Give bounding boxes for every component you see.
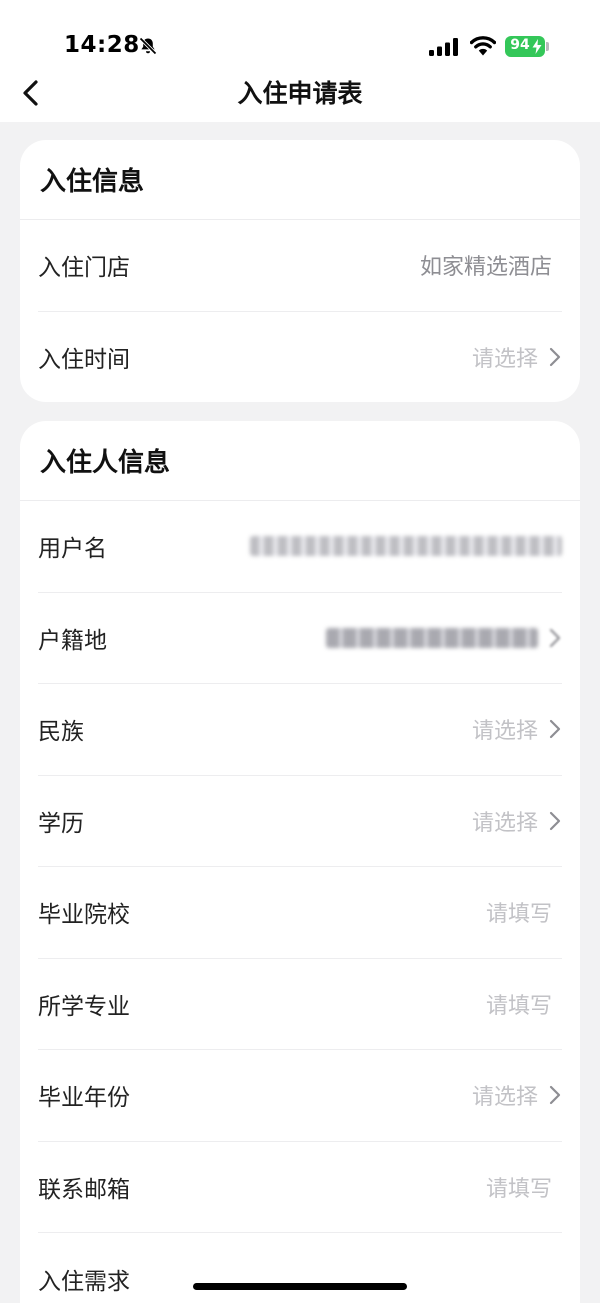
- row-label: 用户名: [38, 536, 107, 563]
- row-label: 入住门店: [38, 255, 130, 282]
- row-label: 户籍地: [38, 627, 107, 654]
- page-title: 入住申请表: [237, 79, 363, 108]
- select-placeholder: 请选择: [471, 347, 538, 373]
- wifi-icon: [470, 36, 496, 56]
- store-value: 如家精选酒店: [419, 255, 552, 281]
- row-label: 联系邮箱: [38, 1176, 130, 1203]
- row-value: 请选择: [472, 805, 562, 837]
- row-value: 请填写: [486, 896, 552, 928]
- input-placeholder: 请填写: [485, 902, 552, 928]
- row-value: 请填写: [486, 1171, 552, 1203]
- lightning-bolt-icon: [532, 39, 542, 54]
- row-label: 民族: [38, 719, 84, 746]
- row-major[interactable]: 所学专业 请填写: [38, 959, 562, 1050]
- battery-level: 94: [510, 37, 530, 53]
- chevron-right-icon: [549, 628, 561, 647]
- input-placeholder: 请填写: [485, 993, 552, 1019]
- home-indicator[interactable]: [193, 1283, 407, 1290]
- bell-slash-icon: [139, 37, 157, 55]
- row-checkin-store[interactable]: 入住门店 如家精选酒店: [38, 220, 562, 312]
- row-graduate-school[interactable]: 毕业院校 请填写: [38, 867, 562, 959]
- checkin-info-card: 入住信息 入住门店 如家精选酒店 入住时间 请选择: [20, 140, 580, 402]
- input-placeholder: 请填写: [485, 1176, 552, 1202]
- chevron-right-icon: [549, 348, 561, 367]
- section-title: 入住人信息: [40, 448, 171, 478]
- row-label: 毕业院校: [38, 902, 130, 929]
- row-value: 请填写: [486, 988, 552, 1020]
- checkin-info-header: 入住信息: [20, 140, 580, 220]
- status-time: 14:28: [64, 32, 140, 58]
- chevron-right-icon: [549, 811, 561, 830]
- row-value: 请选择: [472, 713, 562, 745]
- guest-info-card: 入住人信息 用户名 户籍地 民族 请选择 学历 请选择 毕业院校 请填写 所学专…: [20, 421, 580, 1303]
- row-username[interactable]: 用户名: [38, 501, 562, 593]
- row-value: 请选择: [472, 341, 562, 373]
- row-label: 毕业年份: [38, 1085, 130, 1112]
- select-placeholder: 请选择: [471, 719, 538, 745]
- row-value: 请选择: [472, 1079, 562, 1111]
- redacted-household-register: [326, 627, 538, 648]
- nav-bar: 入住申请表: [0, 70, 600, 122]
- chevron-right-icon: [549, 720, 561, 739]
- row-education[interactable]: 学历 请选择: [38, 776, 562, 867]
- guest-info-header: 入住人信息: [20, 421, 580, 501]
- row-contact-email[interactable]: 联系邮箱 请填写: [38, 1142, 562, 1233]
- row-label: 学历: [38, 810, 84, 837]
- select-placeholder: 请选择: [471, 1085, 538, 1111]
- row-checkin-needs[interactable]: 入住需求: [38, 1233, 562, 1303]
- screen: 14:28 94 入住申请表 入住信息 入住门店 如家精选酒店 入住时间 请选择…: [0, 0, 600, 1303]
- row-value: [250, 536, 562, 557]
- row-value: 如家精选酒店: [420, 249, 552, 281]
- row-graduation-year[interactable]: 毕业年份 请选择: [38, 1050, 562, 1142]
- row-checkin-time[interactable]: 入住时间 请选择: [38, 312, 562, 403]
- redacted-username: [250, 536, 562, 557]
- status-bar: 14:28 94: [0, 0, 600, 70]
- battery-charging-icon: 94: [505, 36, 545, 57]
- battery-cap: [546, 42, 549, 51]
- cellular-signal-icon: [429, 38, 458, 56]
- row-ethnicity[interactable]: 民族 请选择: [38, 684, 562, 776]
- row-label: 入住时间: [38, 347, 130, 374]
- row-household-register[interactable]: 户籍地: [38, 593, 562, 684]
- row-value: [326, 627, 562, 649]
- chevron-right-icon: [549, 1086, 561, 1105]
- select-placeholder: 请选择: [471, 810, 538, 836]
- row-label: 所学专业: [38, 993, 130, 1020]
- section-title: 入住信息: [40, 167, 145, 197]
- row-label: 入住需求: [38, 1268, 130, 1295]
- top-area: 14:28 94 入住申请表: [0, 0, 600, 122]
